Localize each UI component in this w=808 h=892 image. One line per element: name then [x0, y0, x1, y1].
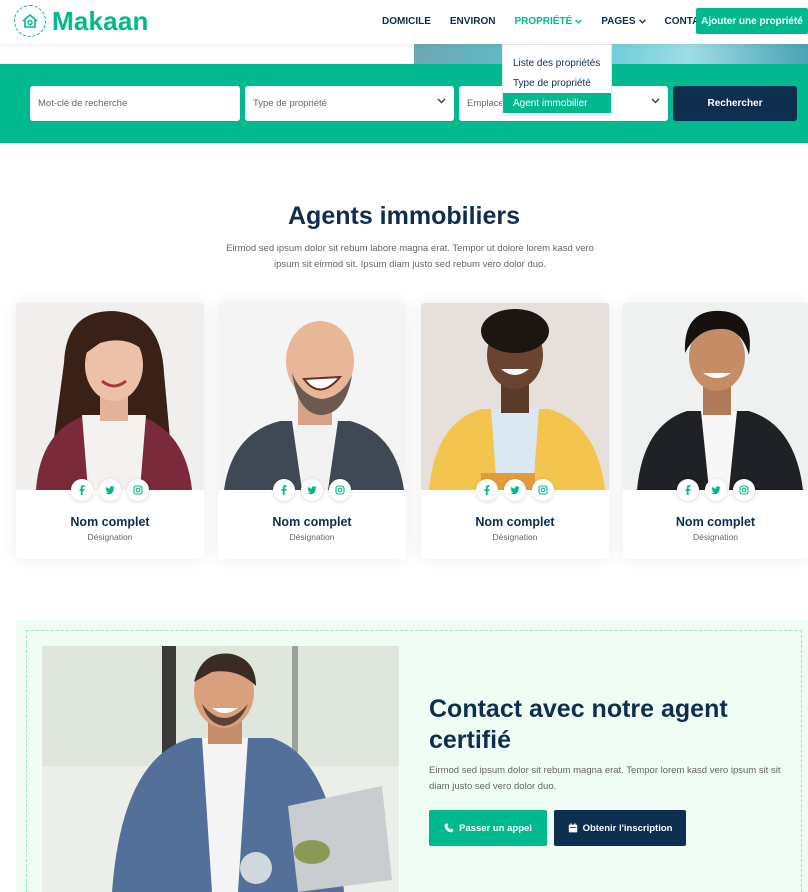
- brand-logo[interactable]: Makaan: [14, 5, 149, 37]
- nav-item-domicile[interactable]: DOMICILE: [382, 16, 431, 27]
- nav-item-environ[interactable]: ENVIRON: [450, 16, 496, 27]
- twitter-icon[interactable]: [99, 479, 121, 501]
- dropdown-item-property-list[interactable]: Liste des propriétés: [503, 53, 611, 73]
- chevron-down-icon: [638, 18, 646, 24]
- agent-photo: [421, 303, 609, 490]
- brand-name: Makaan: [52, 5, 149, 36]
- search-bar: Mot-clé de recherche Type de propriété E…: [0, 64, 808, 143]
- twitter-icon[interactable]: [301, 479, 323, 501]
- instagram-icon[interactable]: [127, 479, 149, 501]
- phone-icon: [444, 823, 454, 833]
- contact-text: Eirmod sed ipsum dolor sit rebum magna e…: [429, 765, 781, 792]
- agent-designation: Désignation: [289, 532, 335, 542]
- agent-designation: Désignation: [693, 532, 738, 542]
- twitter-icon[interactable]: [504, 479, 526, 501]
- agent-card: Nom complet Désignation: [16, 303, 204, 559]
- make-call-button[interactable]: Passer un appel: [429, 810, 547, 846]
- agent-card: Nom complet Désignation: [623, 303, 808, 559]
- calendar-icon: [568, 823, 577, 833]
- agent-social-links: [16, 479, 204, 501]
- agent-designation: Désignation: [87, 532, 133, 542]
- chevron-down-icon: [437, 98, 446, 104]
- house-icon: [14, 5, 46, 37]
- agent-photo: [218, 303, 406, 490]
- get-appointment-label: Obtenir l'inscription: [582, 822, 673, 834]
- facebook-icon[interactable]: [676, 479, 699, 501]
- facebook-icon[interactable]: [273, 479, 295, 501]
- chevron-down-icon: [651, 98, 660, 104]
- agent-name: Nom complet: [70, 515, 150, 529]
- instagram-icon[interactable]: [329, 479, 351, 501]
- agent-photo: [16, 303, 204, 490]
- agent-name: Nom complet: [675, 515, 756, 529]
- property-dropdown-menu: Liste des propriétés Type de propriété A…: [502, 44, 612, 116]
- add-property-button[interactable]: Ajouter une propriété: [696, 8, 808, 34]
- agent-photo: [623, 303, 808, 490]
- agent-designation: Désignation: [492, 532, 538, 542]
- nav-links: DOMICILE ENVIRON PROPRIÉTÉ PAGES CONTACT: [382, 0, 713, 42]
- agent-card: Nom complet Désignation: [218, 303, 406, 559]
- section-subtitle: Eirmod sed ipsum dolor sit rebum labore …: [226, 243, 594, 270]
- keyword-search-input[interactable]: Mot-clé de recherche: [30, 86, 240, 121]
- agent-name: Nom complet: [475, 515, 555, 529]
- twitter-icon[interactable]: [704, 479, 727, 501]
- contact-agent-photo: [42, 646, 399, 892]
- property-type-select[interactable]: Type de propriété: [245, 86, 454, 121]
- nav-item-pages[interactable]: PAGES: [601, 15, 646, 27]
- facebook-icon[interactable]: [476, 479, 498, 501]
- section-title: Agents immobiliers: [288, 202, 520, 230]
- agent-social-links: [421, 479, 609, 501]
- instagram-icon[interactable]: [532, 479, 554, 501]
- nav-item-pages-label: PAGES: [601, 15, 636, 27]
- agent-card: Nom complet Désignation: [421, 303, 609, 559]
- agent-social-links: [218, 479, 406, 501]
- nav-item-propriete[interactable]: PROPRIÉTÉ: [514, 15, 583, 27]
- facebook-icon[interactable]: [71, 479, 93, 501]
- contact-title: Contact avec notre agent certifié: [429, 695, 728, 754]
- instagram-icon[interactable]: [732, 479, 755, 501]
- get-appointment-button[interactable]: Obtenir l'inscription: [554, 810, 686, 846]
- property-type-select-label: Type de propriété: [253, 98, 327, 109]
- dropdown-item-property-agent[interactable]: Agent immobilier: [503, 93, 611, 113]
- nav-item-propriete-label: PROPRIÉTÉ: [514, 15, 573, 27]
- search-button[interactable]: Rechercher: [673, 86, 797, 121]
- dropdown-item-property-type[interactable]: Type de propriété: [503, 73, 611, 93]
- agent-social-links: [623, 479, 808, 501]
- agent-name: Nom complet: [272, 515, 352, 529]
- navbar: Makaan DOMICILE ENVIRON PROPRIÉTÉ PAGES …: [0, 0, 808, 44]
- chevron-down-icon: [575, 18, 583, 24]
- make-call-label: Passer un appel: [459, 822, 532, 834]
